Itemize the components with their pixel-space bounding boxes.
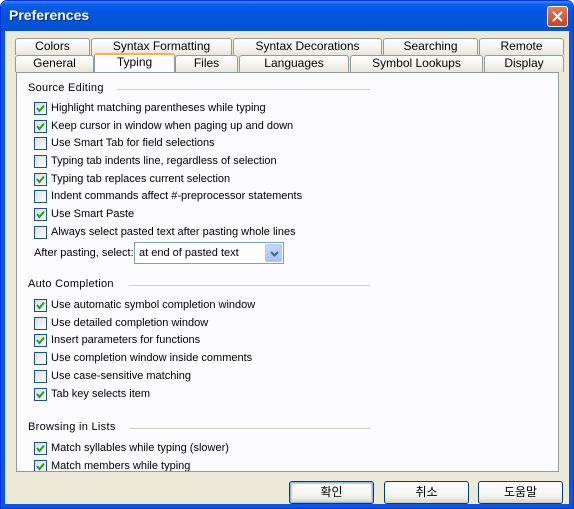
preferences-dialog: Preferences Colors Syntax Formatting Syn… bbox=[0, 0, 574, 509]
tab-symbol-lookups[interactable]: Symbol Lookups bbox=[350, 55, 483, 72]
help-button[interactable]: 도움말 bbox=[478, 481, 563, 504]
checkbox-box[interactable] bbox=[34, 226, 47, 239]
checkbox-label: Typing tab replaces current selection bbox=[51, 173, 231, 185]
tab-colors[interactable]: Colors bbox=[15, 38, 90, 55]
checkbox-label: Highlight matching parentheses while typ… bbox=[51, 102, 266, 114]
checkbox-box[interactable] bbox=[34, 137, 47, 150]
checkbox-label: Tab key selects item bbox=[51, 388, 151, 400]
checkbox-label: Insert parameters for functions bbox=[51, 334, 201, 346]
title-bar[interactable]: Preferences bbox=[1, 1, 573, 31]
checkbox-label: Use detailed completion window bbox=[51, 317, 209, 329]
checkbox-box[interactable] bbox=[34, 388, 47, 401]
checkbox-box[interactable] bbox=[34, 370, 47, 383]
checkmark-icon bbox=[36, 390, 45, 399]
checkbox-label: Use Smart Paste bbox=[51, 208, 135, 220]
tab-display[interactable]: Display bbox=[484, 55, 564, 72]
checkbox-box[interactable] bbox=[34, 460, 47, 471]
chevron-down-icon bbox=[270, 251, 279, 257]
checkbox-label: Typing tab indents line, regardless of s… bbox=[51, 155, 277, 167]
checkbox-box[interactable] bbox=[34, 155, 47, 168]
section-heading-auto-completion: Auto Completion bbox=[28, 278, 114, 290]
section-heading-source-editing: Source Editing bbox=[28, 82, 104, 94]
checkmark-icon bbox=[36, 336, 45, 345]
checkmark-icon bbox=[36, 444, 45, 453]
ok-button[interactable]: 확인 bbox=[289, 481, 374, 504]
checkbox-label: Match members while typing bbox=[51, 460, 191, 472]
tab-searching[interactable]: Searching bbox=[383, 38, 478, 55]
tab-syntax-decorations[interactable]: Syntax Decorations bbox=[233, 38, 382, 55]
checkbox-label: Indent commands affect #-preprocessor st… bbox=[51, 190, 303, 202]
checkbox-label: Use completion window inside comments bbox=[51, 352, 253, 364]
tab-general[interactable]: General bbox=[15, 55, 94, 72]
window-title: Preferences bbox=[9, 7, 90, 23]
checkbox-label: Keep cursor in window when paging up and… bbox=[51, 120, 294, 132]
tab-remote[interactable]: Remote bbox=[479, 38, 564, 55]
checkmark-icon bbox=[36, 462, 45, 471]
after-pasting-select[interactable]: at end of pasted text bbox=[134, 242, 284, 264]
section-divider bbox=[117, 89, 370, 90]
checkbox-box[interactable] bbox=[34, 120, 47, 133]
checkbox-box[interactable] bbox=[34, 442, 47, 455]
checkbox-label: Use Smart Tab for field selections bbox=[51, 137, 215, 149]
after-pasting-label: After pasting, select: bbox=[34, 247, 134, 259]
tab-typing[interactable]: Typing bbox=[94, 53, 175, 72]
checkbox-box[interactable] bbox=[34, 317, 47, 330]
checkmark-icon bbox=[36, 301, 45, 310]
after-pasting-value: at end of pasted text bbox=[139, 247, 239, 259]
window-frame-right bbox=[569, 31, 573, 508]
close-icon bbox=[552, 11, 563, 22]
checkbox-label: Use case-sensitive matching bbox=[51, 370, 192, 382]
section-divider bbox=[129, 285, 370, 286]
checkmark-icon bbox=[36, 175, 45, 184]
checkmark-icon bbox=[36, 210, 45, 219]
section-divider bbox=[129, 428, 370, 429]
close-button[interactable] bbox=[547, 6, 568, 27]
window-frame-left bbox=[1, 31, 5, 508]
dropdown-button[interactable] bbox=[265, 244, 282, 262]
checkbox-box[interactable] bbox=[34, 173, 47, 186]
checkmark-icon bbox=[36, 122, 45, 131]
tab-languages[interactable]: Languages bbox=[239, 55, 349, 72]
checkbox-label: Use automatic symbol completion window bbox=[51, 299, 256, 311]
checkbox-box[interactable] bbox=[34, 352, 47, 365]
checkbox-box[interactable] bbox=[34, 299, 47, 312]
checkbox-label: Always select pasted text after pasting … bbox=[51, 226, 296, 238]
tab-files[interactable]: Files bbox=[175, 55, 238, 72]
checkmark-icon bbox=[36, 104, 45, 113]
window-frame-bottom bbox=[1, 504, 573, 508]
section-heading-browsing-in-lists: Browsing in Lists bbox=[28, 421, 116, 433]
checkbox-label: Match syllables while typing (slower) bbox=[51, 442, 229, 454]
checkbox-box[interactable] bbox=[34, 102, 47, 115]
checkbox-box[interactable] bbox=[34, 208, 47, 221]
checkbox-box[interactable] bbox=[34, 334, 47, 347]
checkbox-box[interactable] bbox=[34, 190, 47, 203]
cancel-button[interactable]: 취소 bbox=[384, 481, 469, 504]
typing-tab-panel: Source Editing Highlight matching parent… bbox=[16, 72, 559, 472]
